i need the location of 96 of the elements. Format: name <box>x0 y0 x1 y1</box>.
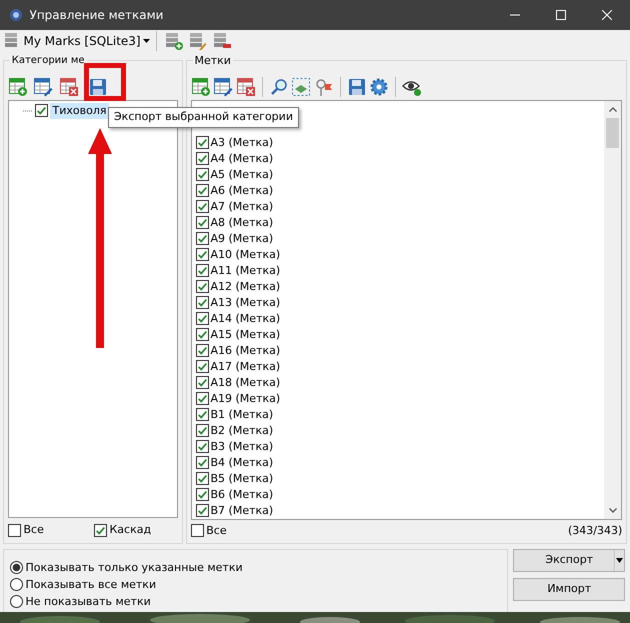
checkbox[interactable] <box>196 408 208 422</box>
checkbox[interactable] <box>196 392 208 406</box>
checkbox-label: Каскад <box>110 522 152 538</box>
list-item[interactable]: B3 (Метка) <box>210 438 274 455</box>
checkbox[interactable] <box>196 456 208 470</box>
list-item[interactable]: B5 (Метка) <box>210 470 274 487</box>
checkbox[interactable] <box>196 296 208 310</box>
list-item[interactable]: B6 (Метка) <box>210 486 274 503</box>
table-edit-icon[interactable] <box>33 77 54 97</box>
list-item[interactable]: A8 (Метка) <box>210 214 274 231</box>
checkbox-label: Все <box>24 522 44 538</box>
search-icon[interactable] <box>268 77 288 97</box>
checkbox[interactable] <box>196 152 208 166</box>
minimize-icon[interactable] <box>510 14 520 16</box>
checkbox[interactable] <box>196 280 208 294</box>
settings-icon[interactable] <box>369 77 390 97</box>
list-item[interactable]: A19 (Метка) <box>210 390 280 407</box>
list-item[interactable]: A16 (Метка) <box>210 342 280 359</box>
select-area-icon[interactable] <box>291 77 312 97</box>
checkbox[interactable] <box>196 200 208 214</box>
list-item[interactable]: A5 (Метка) <box>210 166 274 183</box>
radio-button[interactable] <box>10 578 23 591</box>
checkbox[interactable] <box>196 344 208 358</box>
list-item[interactable]: A13 (Метка) <box>210 294 280 311</box>
checkbox[interactable] <box>196 248 208 262</box>
highlight-frame <box>84 63 126 101</box>
tree-item[interactable]: Тиховоля <box>50 102 110 119</box>
checkbox[interactable] <box>8 524 21 536</box>
tree-line <box>22 110 33 112</box>
checkbox[interactable] <box>196 312 208 326</box>
list-item[interactable]: A14 (Метка) <box>210 310 280 327</box>
checkbox[interactable] <box>196 440 208 454</box>
checkbox[interactable] <box>196 504 208 518</box>
checkbox[interactable] <box>196 488 208 502</box>
list-item[interactable]: A17 (Метка) <box>210 358 280 375</box>
scrollbar[interactable] <box>604 100 622 519</box>
database-delete-icon[interactable] <box>212 32 232 50</box>
dropdown-arrow-icon[interactable] <box>614 550 624 572</box>
list-item[interactable]: A9 (Метка) <box>210 230 274 247</box>
checkbox-label: Все <box>206 522 227 538</box>
import-button[interactable]: Импорт <box>513 578 626 600</box>
list-item[interactable]: B1 (Метка) <box>210 406 274 423</box>
list-item[interactable]: A4 (Метка) <box>210 150 274 167</box>
table-add-icon[interactable] <box>190 77 210 97</box>
save-icon[interactable] <box>88 77 108 97</box>
scroll-down-icon <box>608 508 617 513</box>
checkbox[interactable] <box>196 184 208 198</box>
database-add-icon[interactable] <box>164 32 184 50</box>
list-item[interactable]: A11 (Метка) <box>210 262 280 279</box>
list-item[interactable]: A18 (Метка) <box>210 374 280 391</box>
maximize-icon[interactable] <box>556 10 566 20</box>
list-item[interactable]: A12 (Метка) <box>210 278 280 295</box>
table-add-icon[interactable] <box>8 77 28 97</box>
database-edit-icon[interactable] <box>188 32 208 50</box>
list-item[interactable]: A10 (Метка) <box>210 246 280 263</box>
checkbox[interactable] <box>196 216 208 230</box>
checkbox[interactable] <box>94 524 107 536</box>
checkbox[interactable] <box>196 264 208 278</box>
list-item[interactable]: B7 (Метка) <box>210 502 274 519</box>
checkbox[interactable] <box>196 360 208 374</box>
app-icon <box>8 7 24 23</box>
close-icon[interactable] <box>602 10 612 20</box>
checkbox[interactable] <box>190 524 204 538</box>
export-split-button[interactable]: Экспорт <box>513 549 626 572</box>
list-item[interactable]: B4 (Метка) <box>210 454 274 471</box>
radio-button[interactable] <box>10 561 23 574</box>
table-delete-icon[interactable] <box>58 77 79 97</box>
table-edit-icon[interactable] <box>213 77 234 97</box>
checkbox[interactable] <box>196 168 208 182</box>
checkbox[interactable] <box>196 232 208 246</box>
checkbox[interactable] <box>196 472 208 486</box>
tooltip: Экспорт выбранной категории <box>108 107 299 128</box>
checkbox[interactable] <box>196 328 208 342</box>
checkbox[interactable] <box>34 104 48 118</box>
list-item[interactable]: A15 (Метка) <box>210 326 280 343</box>
radio-button[interactable] <box>10 595 23 608</box>
database-dropdown[interactable]: My Marks [SQLite3] <box>24 32 150 50</box>
list-item[interactable]: A6 (Метка) <box>210 182 274 199</box>
window-title: Управление метками <box>30 7 164 24</box>
list-item[interactable]: A3 (Метка) <box>210 134 274 151</box>
radio-label: Показывать все метки <box>26 576 156 592</box>
pin-flag-icon[interactable] <box>314 77 334 97</box>
caret-icon <box>143 39 150 43</box>
scroll-thumb[interactable] <box>606 118 620 148</box>
count-label: (343/343) <box>568 522 622 538</box>
checkbox[interactable] <box>196 424 208 438</box>
save-icon[interactable] <box>346 77 366 97</box>
list-item[interactable]: A7 (Метка) <box>210 198 274 215</box>
group-title: Категории ме <box>10 53 87 68</box>
table-delete-icon[interactable] <box>236 77 256 97</box>
radio-label: Показывать только указанные метки <box>26 560 243 576</box>
scroll-up-icon <box>608 106 617 112</box>
radio-label: Не показывать метки <box>26 594 151 610</box>
checkbox[interactable] <box>196 136 208 150</box>
list-item[interactable]: B2 (Метка) <box>210 422 274 439</box>
checkbox[interactable] <box>196 376 208 390</box>
